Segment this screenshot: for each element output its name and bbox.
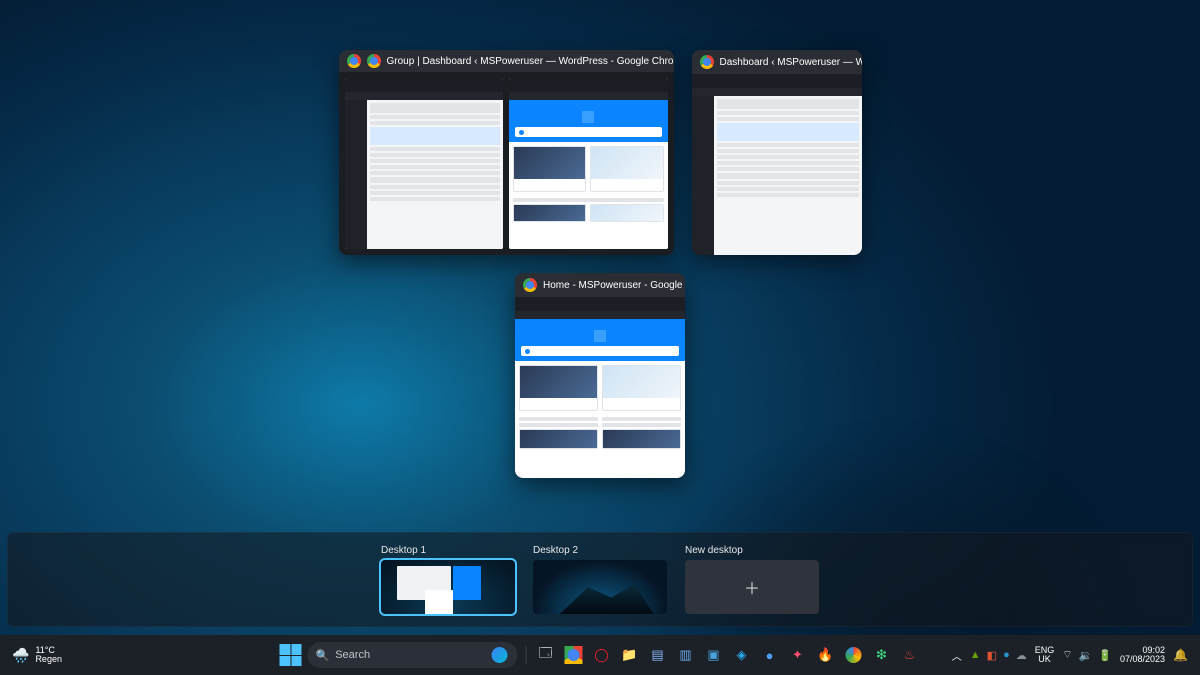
desktop-label: Desktop 2: [533, 545, 667, 556]
telegram-icon[interactable]: ◈: [731, 644, 753, 666]
desktop-thumbnail[interactable]: [533, 560, 667, 614]
chrome-icon: [523, 278, 537, 292]
weather-condition: Regen: [35, 655, 62, 664]
app-icon[interactable]: ♨: [899, 644, 921, 666]
task-view-area: Group | Dashboard ‹ MSPoweruser — WordPr…: [0, 50, 1200, 478]
bing-icon: [492, 647, 508, 663]
window-dashboard[interactable]: Dashboard ‹ MSPoweruser — WordPres…: [692, 50, 862, 255]
chrome-icon[interactable]: [563, 644, 585, 666]
app-icon[interactable]: ▤: [647, 644, 669, 666]
group-thumbnails: [339, 72, 674, 255]
chrome-icon: [347, 54, 361, 68]
window-titlebar: Group | Dashboard ‹ MSPoweruser — WordPr…: [339, 50, 674, 72]
desktop-thumbnail[interactable]: [381, 560, 515, 614]
app-icon[interactable]: ●: [759, 644, 781, 666]
taskbar-center: 🔍 Search 🗔 ◯ 📁 ▤ ▥ ▣ ◈ ● ✦ 🔥 ❇ ♨: [280, 642, 921, 668]
tray-icon[interactable]: ●: [1003, 649, 1010, 661]
weather-widget[interactable]: 🌧️ 11°C Regen: [12, 646, 62, 665]
window-home[interactable]: Home - MSPoweruser - Google Chrome: [515, 273, 685, 478]
window-thumbnail: [692, 74, 862, 255]
date-text: 07/08/2023: [1120, 655, 1165, 664]
window-title-text: Home - MSPoweruser - Google Chrome: [543, 280, 685, 291]
search-icon: 🔍: [316, 649, 330, 662]
file-explorer-icon[interactable]: 📁: [619, 644, 641, 666]
wifi-icon: ⌔: [1062, 648, 1072, 662]
search-placeholder: Search: [335, 649, 370, 661]
group-thumb-right: [509, 78, 668, 249]
new-desktop[interactable]: New desktop ＋: [685, 545, 819, 614]
desktop-label: New desktop: [685, 545, 819, 556]
window-title-text: Group | Dashboard ‹ MSPoweruser — WordPr…: [387, 56, 674, 67]
desktop-label: Desktop 1: [381, 545, 515, 556]
quick-settings[interactable]: ⌔ 🔉 🔋: [1062, 648, 1112, 662]
task-view-button[interactable]: 🗔: [535, 644, 557, 666]
plus-icon: ＋: [744, 575, 760, 599]
battery-icon: 🔋: [1098, 649, 1112, 662]
desktop-1[interactable]: Desktop 1: [381, 545, 515, 614]
weather-icon: 🌧️: [12, 647, 29, 664]
separator: [526, 646, 527, 664]
taskbar: 🌧️ 11°C Regen 🔍 Search 🗔 ◯ 📁 ▤ ▥ ▣ ◈ ● ✦…: [0, 635, 1200, 675]
window-titlebar: Home - MSPoweruser - Google Chrome: [515, 273, 685, 297]
window-title-text: Dashboard ‹ MSPoweruser — WordPres…: [720, 57, 862, 68]
system-tray[interactable]: ▲ ◧ ● ☁: [970, 649, 1027, 662]
chrome-icon: [367, 54, 381, 68]
start-button[interactable]: [280, 644, 302, 666]
window-thumbnail: [515, 297, 685, 478]
window-snap-group[interactable]: Group | Dashboard ‹ MSPoweruser — WordPr…: [339, 50, 674, 255]
language-indicator[interactable]: ENG UK: [1035, 646, 1055, 665]
clock[interactable]: 09:02 07/08/2023: [1120, 646, 1165, 665]
desktop-2[interactable]: Desktop 2: [533, 545, 667, 614]
group-thumb-left: [345, 78, 504, 249]
taskbar-right: ︿ ▲ ◧ ● ☁ ENG UK ⌔ 🔉 🔋 09:02 07/08/2023 …: [952, 646, 1188, 665]
tray-icon[interactable]: ▲: [970, 649, 981, 661]
chevron-up-icon[interactable]: ︿: [952, 648, 962, 663]
app-icon[interactable]: ▣: [703, 644, 725, 666]
new-desktop-button[interactable]: ＋: [685, 560, 819, 614]
app-icon[interactable]: ❇: [871, 644, 893, 666]
app-icon[interactable]: ✦: [787, 644, 809, 666]
window-titlebar: Dashboard ‹ MSPoweruser — WordPres…: [692, 50, 862, 74]
chrome-icon: [700, 55, 714, 69]
volume-icon: 🔉: [1079, 649, 1093, 662]
onedrive-icon[interactable]: ☁: [1016, 649, 1027, 662]
app-icon[interactable]: ▥: [675, 644, 697, 666]
search-box[interactable]: 🔍 Search: [308, 642, 518, 668]
app-icon[interactable]: [843, 644, 865, 666]
notifications-icon[interactable]: 🔔: [1173, 648, 1188, 662]
tray-icon[interactable]: ◧: [987, 649, 997, 662]
language-bottom: UK: [1038, 655, 1051, 664]
virtual-desktop-strip: Desktop 1 Desktop 2 New desktop ＋: [7, 532, 1193, 627]
opera-icon[interactable]: ◯: [591, 644, 613, 666]
app-icon[interactable]: 🔥: [815, 644, 837, 666]
